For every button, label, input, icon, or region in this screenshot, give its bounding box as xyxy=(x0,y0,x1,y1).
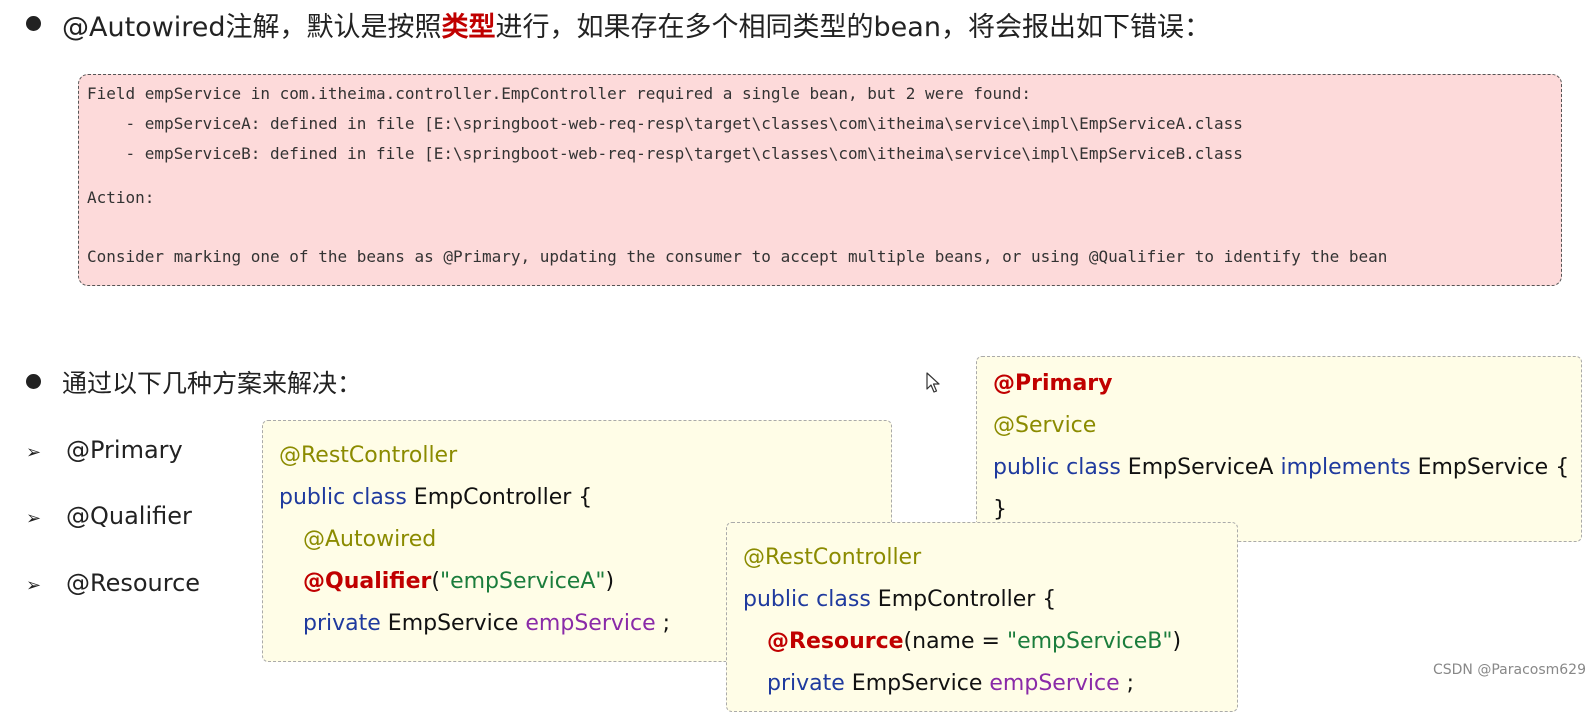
code-primary-example: @Primary @Service public class EmpServic… xyxy=(976,356,1582,542)
qualifier-annotation: @Qualifier xyxy=(303,569,432,594)
keyword: public class xyxy=(743,587,871,612)
arrow-icon: ➢ xyxy=(26,575,42,596)
field-declaration: private EmpService empService ; xyxy=(767,671,1134,696)
heading-highlight: 类型 xyxy=(441,12,496,43)
error-action-label: Action: xyxy=(87,188,155,207)
resource-annotation: @Resource xyxy=(767,629,904,654)
closing-brace: } xyxy=(993,497,1007,522)
type-name: EmpService xyxy=(844,671,990,696)
solution-label: @Qualifier xyxy=(66,502,192,530)
solution-label: @Primary xyxy=(66,436,183,464)
type-name: EmpService xyxy=(380,611,526,636)
error-line: - empServiceA: defined in file [E:\sprin… xyxy=(87,114,1243,133)
annotation-text: @RestController xyxy=(279,443,458,468)
heading-solutions: 通过以下几种方案来解决： xyxy=(62,369,363,398)
class-name: EmpController { xyxy=(870,587,1057,612)
bullet-icon xyxy=(26,374,41,389)
keyword: private xyxy=(767,671,845,696)
error-line: Field empService in com.itheima.controll… xyxy=(87,84,1032,103)
arrow-icon: ➢ xyxy=(26,508,42,529)
solution-item: ➢ @Resource xyxy=(26,569,200,597)
code-resource-example: @RestController public class EmpControll… xyxy=(726,522,1238,712)
semicolon: ; xyxy=(1119,671,1135,696)
solution-item: ➢ @Qualifier xyxy=(26,502,192,530)
error-line: Consider marking one of the beans as @Pr… xyxy=(87,247,1388,266)
error-message-box: Field empService in com.itheima.controll… xyxy=(78,74,1562,286)
error-line: - empServiceB: defined in file [E:\sprin… xyxy=(87,144,1243,163)
class-declaration: public class EmpController { xyxy=(279,485,592,510)
field-declaration: private EmpService empService ; xyxy=(303,611,670,636)
mouse-pointer-icon xyxy=(926,372,940,393)
annotation-text: @RestController xyxy=(743,545,922,570)
paren: ( xyxy=(431,569,440,594)
keyword: public class xyxy=(993,455,1121,480)
heading-suffix: 进行，如果存在多个相同类型的bean，将会报出如下错误： xyxy=(495,12,1211,43)
keyword: public class xyxy=(279,485,407,510)
arrow-icon: ➢ xyxy=(26,442,42,463)
watermark: CSDN @Paracosm629 xyxy=(1432,662,1586,678)
variable-name: empService xyxy=(525,611,656,636)
annotation-text: @Service xyxy=(993,413,1097,438)
variable-name: empService xyxy=(989,671,1120,696)
annotation-text: @Autowired xyxy=(303,527,437,552)
keyword: implements xyxy=(1280,455,1411,480)
solution-label: @Resource xyxy=(66,569,201,597)
solution-item: ➢ @Primary xyxy=(26,436,183,464)
resource-line: @Resource(name = "empServiceB") xyxy=(767,629,1181,654)
class-declaration: public class EmpController { xyxy=(743,587,1056,612)
primary-annotation: @Primary xyxy=(993,371,1113,396)
paren: ) xyxy=(1172,629,1182,654)
interface-name: EmpService { xyxy=(1410,455,1570,480)
bullet-icon xyxy=(26,16,41,31)
qualifier-line: @Qualifier("empServiceA") xyxy=(303,569,614,594)
keyword: private xyxy=(303,611,381,636)
string-literal: "empServiceA" xyxy=(439,569,606,594)
resource-args: (name = xyxy=(903,629,1007,654)
class-declaration: public class EmpServiceA implements EmpS… xyxy=(993,455,1569,480)
class-name: EmpServiceA xyxy=(1120,455,1281,480)
string-literal: "empServiceB" xyxy=(1006,629,1173,654)
class-name: EmpController { xyxy=(406,485,593,510)
semicolon: ; xyxy=(655,611,671,636)
paren: ) xyxy=(605,569,615,594)
heading-autowired: @Autowired注解，默认是按照类型进行，如果存在多个相同类型的bean，将… xyxy=(62,5,1211,44)
heading-prefix: @Autowired注解，默认是按照 xyxy=(62,12,442,43)
